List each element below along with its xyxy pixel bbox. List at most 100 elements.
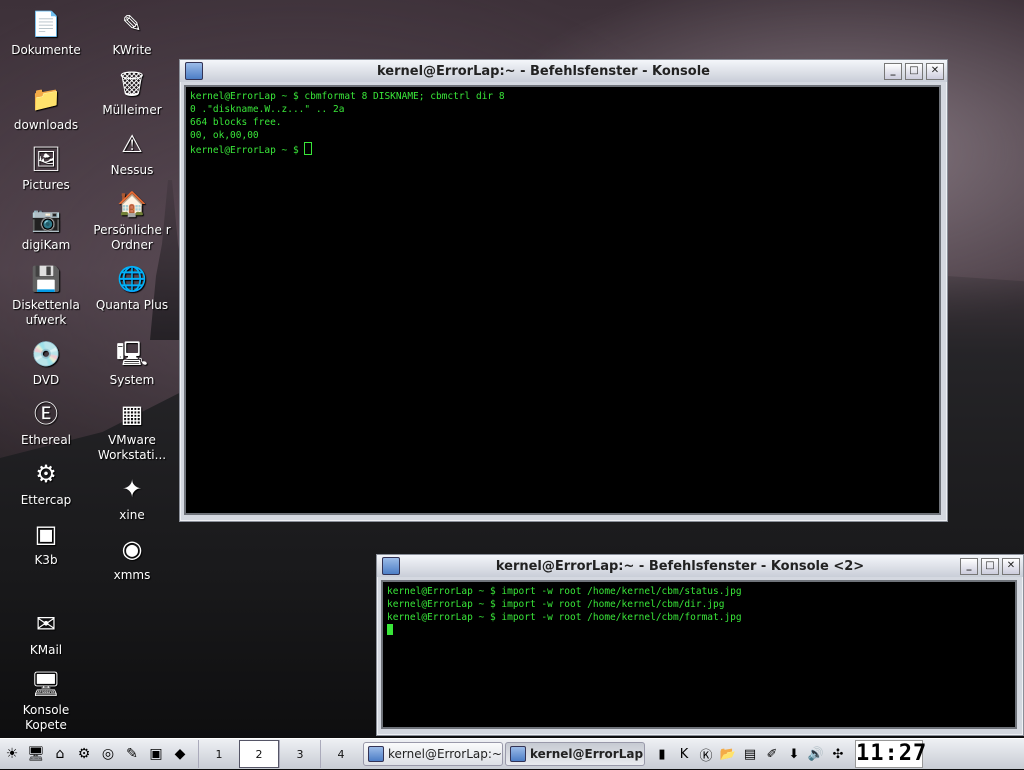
tray-calendar-icon[interactable]: ▤ [740,744,760,764]
kde-menu-icon[interactable]: ☀ [2,744,22,764]
pager-desktop-1[interactable]: 1 [198,740,239,768]
browser-icon[interactable]: ◎ [98,744,118,764]
tray-paint-icon[interactable]: ✐ [762,744,782,764]
home-icon[interactable]: ⌂ [50,744,70,764]
konsole-kopete-icon: 🖥 [30,669,62,698]
terminal-1-output[interactable]: kernel@ErrorLap ~ $ cbmformat 8 DISKNAME… [184,85,941,515]
desktop-item-ethereal[interactable]: Ⓔ Ethereal [4,398,88,448]
quanta-plus-icon: 🌐 [117,264,147,293]
vmware-icon: ▦ [120,399,144,428]
desktop-item-downloads[interactable]: 📁 downloads [4,83,88,133]
desktop-item-label: Ettercap [20,493,72,507]
desktop-item-nessus[interactable]: ⚠ Nessus [90,128,174,178]
desktop-item-label: Pictures [22,178,70,192]
desktop-item-kwrite[interactable]: ✎ KWrite [90,8,174,58]
desktop-item-label: Mülleimer [102,103,162,117]
dvd-icon: 💿 [31,339,61,368]
nessus-icon: ⚠ [121,129,143,158]
shell-prompt: kernel@ErrorLap ~ $ [387,612,502,623]
downloads-icon: 📁 [31,84,61,113]
desktop-item-label: K3b [34,553,58,567]
terminal-line: 00, ok,00,00 [190,129,935,142]
desktop-item-xmms[interactable]: ◉ xmms [90,533,174,583]
terminal-text: 0 ."diskname.W..z..." .. 2a [190,104,345,115]
desktop-item-konsole-kopete[interactable]: 🖥 Konsole Kopete [4,668,88,733]
desktop-item-vmware[interactable]: ▦ VMware Workstati... [90,398,174,463]
konsole-window-2[interactable]: kernel@ErrorLap:~ - Befehlsfenster - Kon… [376,554,1024,736]
close-button[interactable]: ✕ [1002,557,1020,575]
konsole-app-icon[interactable] [185,62,203,80]
tray-monitor-icon[interactable]: ▮ [652,744,672,764]
shell-prompt: kernel@ErrorLap ~ $ [190,145,305,156]
terminal-line: kernel@ErrorLap ~ $ cbmformat 8 DISKNAME… [190,90,935,103]
window-2-titlebar[interactable]: kernel@ErrorLap:~ - Befehlsfenster - Kon… [377,555,1023,577]
desktop-item-kmail[interactable]: ✉ KMail [4,608,88,658]
trash-icon: 🗑 [116,69,148,98]
close-button[interactable]: ✕ [926,62,944,80]
desktop-item-pictures[interactable]: 🖼 Pictures [4,143,88,193]
pager-desktop-4[interactable]: 4 [320,740,361,768]
taskbar-task[interactable]: kernel@ErrorLap:~ [363,742,503,766]
kmail-icon: ✉ [35,609,57,638]
desktop-icon[interactable]: 🖥 [26,744,46,764]
desktop-item-label: VMware Workstati... [97,433,167,462]
desktop-item-ettercap[interactable]: ⚙ Ettercap [4,458,88,508]
minimize-button[interactable]: _ [884,62,902,80]
konsole-app-icon[interactable] [382,557,400,575]
tray-folder-icon[interactable]: 📂 [718,744,738,764]
pager-desktop-2[interactable]: 2 [239,740,279,768]
terminal-text: import -w root /home/kernel/cbm/dir.jpg [501,599,725,610]
system-icon: 🖳 [115,339,149,368]
desktop-item-label: xine [119,508,145,522]
settings-icon[interactable]: ⚙ [74,744,94,764]
desktop-item-home-folder[interactable]: 🏠 Persönliche r Ordner [90,188,174,253]
terminal-line: 0 ."diskname.W..z..." .. 2a [190,103,935,116]
editor-icon[interactable]: ✎ [122,744,142,764]
desktop-item-xine[interactable]: ✦ xine [90,473,174,523]
desktop-item-label: KWrite [112,43,152,57]
terminal-cursor [304,142,313,155]
desktop-item-label: DVD [32,373,60,387]
desktop-item-label: Ethereal [20,433,71,447]
taskbar: ☀ 🖥 ⌂ ⚙ ◎ ✎ ▣ ◆ 1234 kernel@ErrorLap:~ ke… [0,738,1024,769]
desktop-item-dvd[interactable]: 💿 DVD [4,338,88,388]
minimize-button[interactable]: _ [960,557,978,575]
terminal-text: import -w root /home/kernel/cbm/status.j… [501,586,742,597]
pager-desktop-3[interactable]: 3 [279,740,320,768]
window-1-titlebar[interactable]: kernel@ErrorLap:~ - Befehlsfenster - Kon… [180,60,947,82]
shell-prompt: kernel@ErrorLap ~ $ [387,599,502,610]
maximize-button[interactable]: □ [905,62,923,80]
desktop-item-label: Konsole Kopete [22,703,70,732]
terminal-line: 664 blocks free. [190,116,935,129]
desktop-item-k3b[interactable]: ▣ K3b [4,518,88,568]
desktop-item-label: xmms [113,568,151,582]
terminal-cursor [387,624,393,635]
tray-volume-icon[interactable]: 🔊 [806,744,826,764]
taskbar-task[interactable]: kernel@ErrorLap: [505,742,645,766]
firefox-icon[interactable]: ◆ [170,744,190,764]
terminal-line: kernel@ErrorLap ~ $ import -w root /home… [387,585,1011,598]
maximize-button[interactable]: □ [981,557,999,575]
konsole-window-1[interactable]: kernel@ErrorLap:~ - Befehlsfenster - Kon… [179,59,948,522]
tray-k-icon[interactable]: K [674,744,694,764]
desktop-item-digikam[interactable]: 📷 digiKam [4,203,88,253]
desktop-item-label: Quanta Plus [95,298,169,312]
desktop-item-trash[interactable]: 🗑 Mülleimer [90,68,174,118]
terminal-icon[interactable]: ▣ [146,744,166,764]
terminal-line [387,624,1011,637]
tray-kde-icon[interactable]: Ⓚ [696,744,716,764]
terminal-text: 00, ok,00,00 [190,130,259,141]
home-folder-icon: 🏠 [117,189,147,218]
window-1-title: kernel@ErrorLap:~ - Befehlsfenster - Kon… [377,63,710,79]
desktop-item-quanta-plus[interactable]: 🌐 Quanta Plus [90,263,174,313]
terminal-2-output[interactable]: kernel@ErrorLap ~ $ import -w root /home… [381,580,1017,729]
ethereal-icon: Ⓔ [34,399,58,428]
ettercap-icon: ⚙ [35,459,57,488]
desktop-item-floppy[interactable]: 💾 Diskettenla ufwerk [4,263,88,328]
desktop-item-dokumente[interactable]: 📄 Dokumente [4,8,88,58]
dokumente-icon: 📄 [31,9,61,38]
tray-download-icon[interactable]: ⬇ [784,744,804,764]
clock[interactable]: 11:27 [855,740,926,768]
desktop-item-system[interactable]: 🖳 System [90,338,174,388]
tray-network-icon[interactable]: ✣ [828,744,848,764]
